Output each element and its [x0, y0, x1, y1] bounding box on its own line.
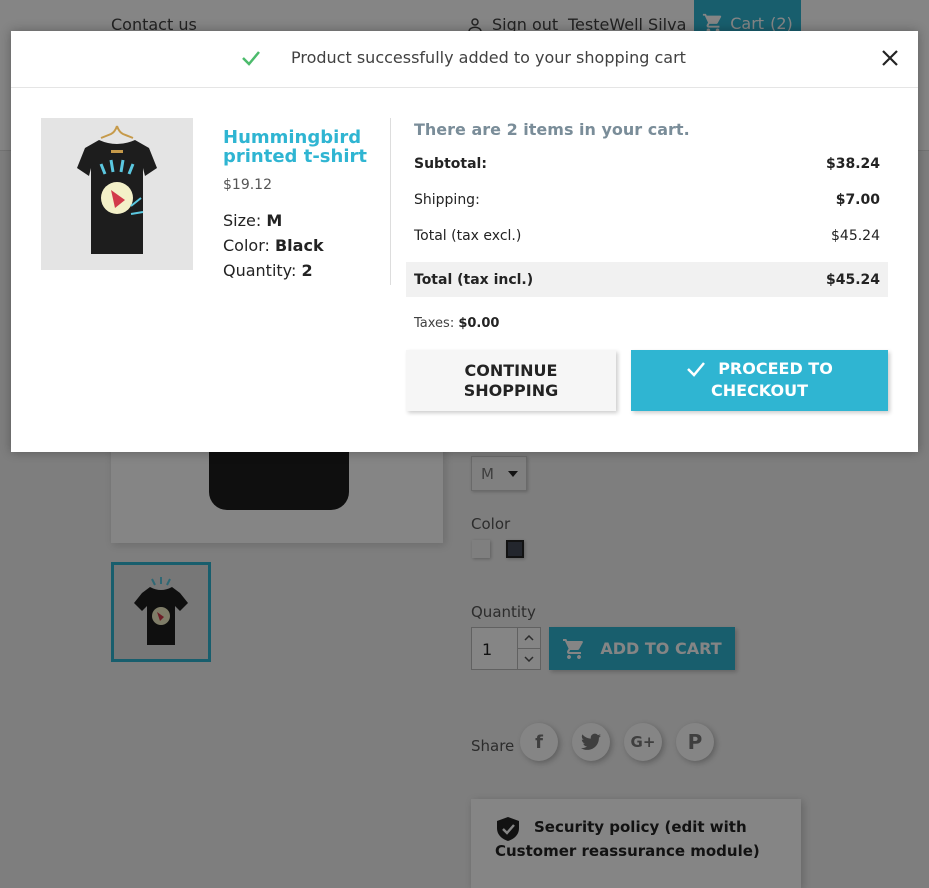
modal-product-name[interactable]: Hummingbird printed t-shirt	[223, 128, 383, 166]
checkmark-icon	[687, 362, 706, 377]
checkout-label-line2: CHECKOUT	[711, 381, 808, 400]
total-incl-label: Total (tax incl.)	[414, 271, 534, 288]
close-icon[interactable]	[880, 48, 900, 68]
size-value: M	[266, 211, 283, 230]
subtotal-label: Subtotal:	[414, 156, 487, 172]
modal-product-color: Color: Black	[223, 236, 324, 255]
quantity-value: 2	[301, 261, 313, 280]
subtotal-row: Subtotal: $38.24	[414, 156, 880, 172]
cart-items-count: There are 2 items in your cart.	[414, 120, 690, 139]
quantity-label: Quantity:	[223, 261, 297, 280]
size-label: Size:	[223, 211, 262, 230]
shipping-label: Shipping:	[414, 192, 480, 208]
modal-title: Product successfully added to your shopp…	[291, 48, 686, 67]
modal-product-image	[41, 118, 193, 270]
modal-product-quantity: Quantity: 2	[223, 261, 313, 280]
color-label: Color:	[223, 236, 270, 255]
subtotal-value: $38.24	[825, 156, 880, 172]
modal-product-size: Size: M	[223, 211, 282, 230]
tshirt-image	[77, 125, 157, 254]
checkout-label-line1: PROCEED TO	[718, 359, 833, 378]
added-to-cart-modal: Product successfully added to your shopp…	[11, 31, 918, 452]
shipping-row: Shipping: $7.00	[414, 192, 880, 208]
color-value: Black	[274, 236, 324, 255]
modal-header: Product successfully added to your shopp…	[11, 31, 918, 88]
taxes-value: $0.00	[458, 316, 500, 331]
checkmark-icon	[242, 50, 260, 66]
total-excl-row: Total (tax excl.) $45.24	[414, 228, 880, 244]
total-incl-value: $45.24	[825, 271, 880, 288]
taxes-label: Taxes:	[414, 316, 455, 331]
continue-label-line2: SHOPPING	[463, 380, 559, 400]
total-incl-row: Total (tax incl.) $45.24	[406, 262, 888, 297]
modal-product-price: $19.12	[223, 177, 272, 193]
continue-shopping-button[interactable]: CONTINUE SHOPPING	[406, 350, 616, 411]
total-excl-label: Total (tax excl.)	[414, 228, 522, 244]
total-excl-value: $45.24	[831, 228, 880, 244]
modal-divider	[390, 118, 391, 285]
taxes-row: Taxes: $0.00	[414, 316, 499, 331]
continue-label-line1: CONTINUE	[464, 360, 558, 380]
proceed-to-checkout-button[interactable]: PROCEED TO CHECKOUT	[631, 350, 888, 411]
shipping-value: $7.00	[835, 192, 880, 208]
